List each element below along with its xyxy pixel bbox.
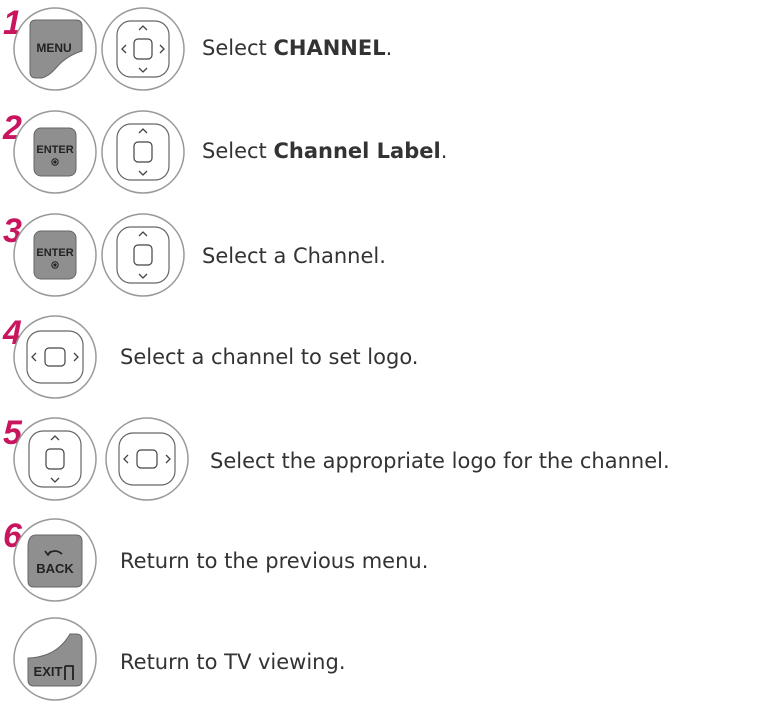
step-text: Return to the previous menu. bbox=[120, 549, 429, 573]
step-text: Select Channel Label. bbox=[202, 139, 448, 163]
nav-up-down-icon bbox=[100, 212, 186, 298]
step-7: EXIT Return to TV viewing. bbox=[0, 614, 757, 710]
enter-key-label: ENTER bbox=[36, 144, 73, 156]
menu-button: MENU bbox=[12, 6, 98, 92]
nav-left-right-icon bbox=[12, 314, 98, 400]
step-1: 1 MENU Select CHANNEL. bbox=[0, 0, 757, 100]
step-4: 4 Select a channel to set logo. bbox=[0, 312, 757, 408]
step-2: 2 ENTER Select Channel Label. bbox=[0, 107, 757, 207]
step-text: Select a Channel. bbox=[202, 244, 386, 268]
back-button: BACK bbox=[12, 517, 98, 603]
enter-key-label: ENTER bbox=[36, 247, 73, 259]
enter-button: ENTER bbox=[12, 212, 98, 298]
exit-key-label: EXIT bbox=[34, 664, 63, 679]
step-6: 6 BACK Return to the previous menu. bbox=[0, 515, 757, 611]
nav-left-right-up-down-icon bbox=[100, 6, 186, 92]
step-text: Select CHANNEL. bbox=[202, 36, 393, 60]
step-text: Select a channel to set logo. bbox=[120, 345, 419, 369]
back-key-label: BACK bbox=[36, 561, 74, 576]
nav-up-down-icon bbox=[12, 416, 98, 502]
step-3: 3 ENTER Select a Channel. bbox=[0, 210, 757, 310]
step-5: 5 Select the appropriate logo for the ch… bbox=[0, 412, 757, 508]
exit-button: EXIT bbox=[12, 616, 98, 702]
nav-up-down-icon bbox=[100, 109, 186, 195]
enter-button: ENTER bbox=[12, 109, 98, 195]
nav-left-right-icon bbox=[104, 416, 190, 502]
step-text: Return to TV viewing. bbox=[120, 650, 346, 674]
step-text: Select the appropriate logo for the chan… bbox=[210, 449, 670, 473]
menu-key-label: MENU bbox=[36, 41, 71, 55]
